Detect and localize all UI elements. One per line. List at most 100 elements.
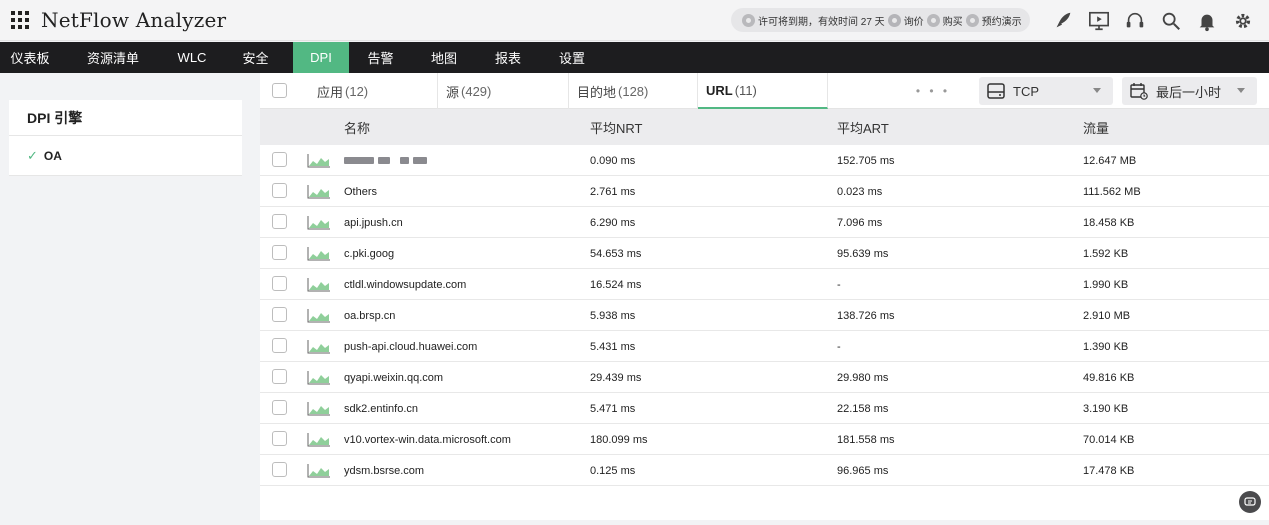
url-name-cell[interactable]: oa.brsp.cn [344,300,395,331]
row-checkbox[interactable] [272,183,287,201]
rocket-icon[interactable] [1045,3,1081,39]
url-name-cell[interactable]: v10.vortex-win.data.microsoft.com [344,424,511,455]
row-checkbox[interactable] [272,338,287,356]
url-name-cell[interactable]: ydsm.bsrse.com [344,455,424,486]
table-row[interactable]: api.jpush.cn 6.290 ms 7.096 ms 18.458 KB [260,207,1269,238]
tab-applications[interactable]: 应用 (12) [309,73,438,109]
table-row[interactable]: sdk2.entinfo.cn 5.471 ms 22.158 ms 3.190 KB [260,393,1269,424]
nrt-cell: 180.099 ms [590,433,648,446]
nrt-cell: 0.090 ms [590,154,636,167]
col-art-header[interactable]: 平均ART [837,109,889,145]
table-row[interactable]: ctldl.windowsupdate.com 16.524 ms - 1.990 K… [260,269,1269,300]
chat-assistant-button[interactable] [1239,491,1261,513]
row-checkbox[interactable] [272,245,287,263]
row-checkbox[interactable] [272,369,287,387]
tab-count: (128) [618,83,649,99]
server-icon [987,83,1005,99]
nrt-cell: 6.290 ms [590,216,636,229]
table-row[interactable]: ydsm.bsrse.com 0.125 ms 96.965 ms 17.478 KB [260,455,1269,486]
art-cell: 181.558 ms [837,433,895,446]
url-name-cell[interactable] [344,145,431,176]
col-traffic-header[interactable]: 流量 [1083,109,1109,145]
tabs-row: 应用 (12) 源 (429) 目的地 (128) URL (11) • • • TCP… [260,73,1269,109]
more-tabs-button[interactable]: • • • [888,73,978,109]
quote-link[interactable]: 询价 [904,13,924,28]
url-name-cell[interactable]: c.pki.goog [344,238,394,269]
protocol-select[interactable]: TCP [979,77,1113,105]
calendar-clock-icon [1130,83,1148,100]
nrt-cell: 5.431 ms [590,340,636,353]
tab-count: (429) [461,83,492,99]
nav-settings[interactable]: 设置 [540,42,604,73]
traffic-cell: 1.592 KB [1083,247,1129,260]
nav-reports[interactable]: 报表 [476,42,540,73]
traffic-graph-icon[interactable] [307,277,331,295]
gear-icon[interactable] [1225,3,1261,39]
traffic-graph-icon[interactable] [307,432,331,450]
col-nrt-header[interactable]: 平均NRT [590,109,642,145]
headset-icon[interactable] [1117,3,1153,39]
license-banner: 许可将到期，有效时间 27 天 询价 购买 预约演示 [731,8,1030,32]
traffic-graph-icon[interactable] [307,215,331,233]
traffic-graph-icon[interactable] [307,308,331,326]
app-grid-icon[interactable] [11,11,29,29]
traffic-graph-icon[interactable] [307,463,331,481]
url-name-cell[interactable]: api.jpush.cn [344,207,403,238]
art-cell: 7.096 ms [837,216,883,229]
art-cell: 152.705 ms [837,154,895,167]
buy-link[interactable]: 购买 [943,13,963,28]
nav-inventory[interactable]: 资源清单 [60,42,166,73]
url-name-cell[interactable]: push-api.cloud.huawei.com [344,331,477,362]
dollar-icon [887,13,901,27]
bell-icon[interactable] [1189,3,1225,39]
main-content: 应用 (12) 源 (429) 目的地 (128) URL (11) • • • TCP… [260,73,1269,520]
traffic-cell: 1.990 KB [1083,278,1129,291]
tab-destinations[interactable]: 目的地 (128) [569,73,698,109]
table-row[interactable]: 0.090 ms 152.705 ms 12.647 MB [260,145,1269,176]
traffic-graph-icon[interactable] [307,153,331,171]
row-checkbox[interactable] [272,400,287,418]
traffic-graph-icon[interactable] [307,401,331,419]
table-row[interactable]: c.pki.goog 54.653 ms 95.639 ms 1.592 KB [260,238,1269,269]
nav-dpi[interactable]: DPI [293,42,349,73]
row-checkbox[interactable] [272,214,287,232]
row-checkbox[interactable] [272,276,287,294]
demo-link[interactable]: 预约演示 [982,13,1022,28]
search-icon[interactable] [1153,3,1189,39]
row-checkbox[interactable] [272,462,287,480]
nav-maps[interactable]: 地图 [412,42,476,73]
traffic-graph-icon[interactable] [307,246,331,264]
time-range-select[interactable]: 最后一小时 [1122,77,1257,105]
tab-url[interactable]: URL (11) [698,73,828,109]
sidebar-item-oa[interactable]: ✓ OA [9,136,242,176]
traffic-graph-icon[interactable] [307,339,331,357]
nav-dashboard[interactable]: 仪表板 [0,42,60,73]
nrt-cell: 5.938 ms [590,309,636,322]
traffic-graph-icon[interactable] [307,184,331,202]
row-checkbox[interactable] [272,431,287,449]
url-name-cell[interactable]: Others [344,176,377,207]
table-row[interactable]: Others 2.761 ms 0.023 ms 111.562 MB [260,176,1269,207]
presentation-icon[interactable] [1081,3,1117,39]
url-name-cell[interactable]: sdk2.entinfo.cn [344,393,418,424]
row-checkbox[interactable] [272,152,287,170]
nav-alarms[interactable]: 告警 [349,42,412,73]
table-row[interactable]: oa.brsp.cn 5.938 ms 138.726 ms 2.910 MB [260,300,1269,331]
traffic-cell: 12.647 MB [1083,154,1137,167]
table-row[interactable]: push-api.cloud.huawei.com 5.431 ms - 1.390 … [260,331,1269,362]
url-name-cell[interactable]: ctldl.windowsupdate.com [344,269,466,300]
table-row[interactable]: qyapi.weixin.qq.com 29.439 ms 29.980 ms 49.… [260,362,1269,393]
table-row[interactable]: v10.vortex-win.data.microsoft.com 180.099… [260,424,1269,455]
license-notice: 许可将到期，有效时间 27 天 [758,16,885,28]
select-all-checkbox[interactable] [272,83,287,101]
url-name-cell[interactable]: qyapi.weixin.qq.com [344,362,443,393]
row-checkbox[interactable] [272,307,287,325]
art-cell: 96.965 ms [837,464,889,477]
nav-security[interactable]: 安全 [218,42,293,73]
nav-wlc[interactable]: WLC [166,42,218,73]
col-name-header[interactable]: 名称 [344,109,370,145]
traffic-graph-icon[interactable] [307,370,331,388]
art-cell: - [837,340,841,353]
dpi-engine-panel: DPI 引擎 ✓ OA [9,100,242,176]
tab-sources[interactable]: 源 (429) [438,73,569,109]
